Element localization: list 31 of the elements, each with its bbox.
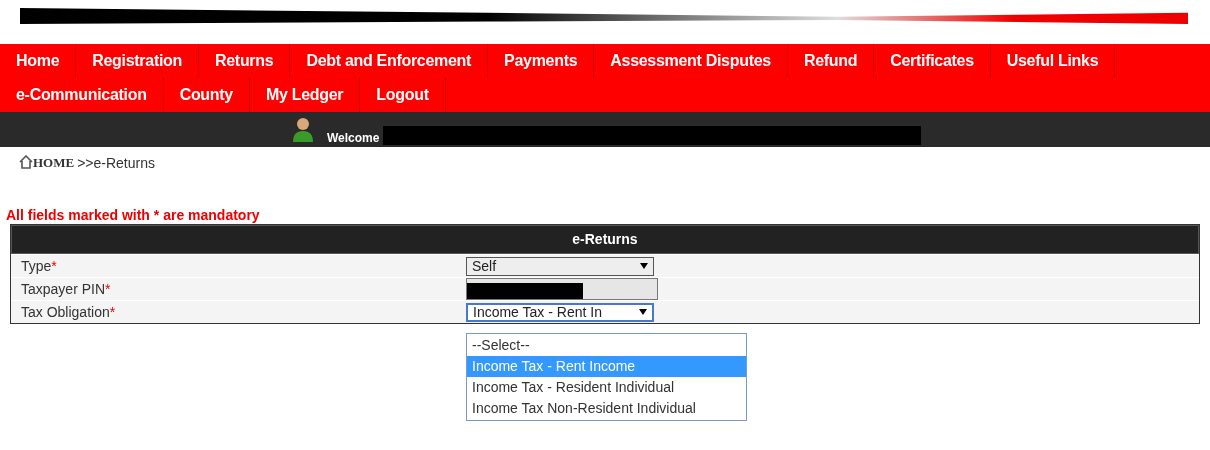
select-field[interactable]: Self [466, 256, 654, 276]
breadcrumb-current: >>e-Returns [77, 155, 155, 171]
form-title: e-Returns [11, 225, 1199, 254]
home-icon[interactable] [19, 155, 33, 169]
nav-item[interactable]: Useful Links [990, 44, 1116, 78]
home-link[interactable]: HOME [33, 155, 75, 171]
field-label: Tax Obligation [21, 304, 110, 320]
required-mark: * [51, 258, 57, 274]
nav-item[interactable]: Refund [787, 44, 875, 78]
select-field[interactable]: Income Tax - Rent In [466, 302, 654, 322]
pin-input-field[interactable] [466, 278, 658, 300]
field-label: Type [21, 258, 52, 274]
field-label: Taxpayer PIN [21, 281, 106, 297]
mandatory-notice: All fields marked with * are mandatory [6, 207, 261, 224]
nav-item[interactable]: Home [8, 44, 77, 78]
nav-item[interactable]: Assessment Disputes [594, 44, 788, 78]
nav-item[interactable]: Debt and Enforcement [290, 44, 489, 78]
nav-item[interactable]: Returns [199, 44, 291, 78]
dropdown-option[interactable]: --Select-- [467, 335, 746, 356]
nav-item[interactable]: Certificates [874, 44, 991, 78]
dropdown-option[interactable]: Income Tax Non-Resident Individual [467, 398, 746, 419]
caret-icon [640, 263, 648, 269]
user-avatar-icon [292, 116, 314, 142]
caret-icon [639, 309, 647, 315]
dropdown-option[interactable]: Income Tax - Rent Income [467, 356, 746, 377]
required-mark: * [109, 304, 116, 320]
nav-item[interactable]: Registration [76, 44, 199, 78]
required-mark: * [105, 281, 111, 297]
welcome-text: Welcome [327, 131, 380, 145]
dropdown-option[interactable]: Income Tax - Resident Individual [467, 377, 746, 398]
nav-item[interactable]: Payments [488, 44, 595, 78]
